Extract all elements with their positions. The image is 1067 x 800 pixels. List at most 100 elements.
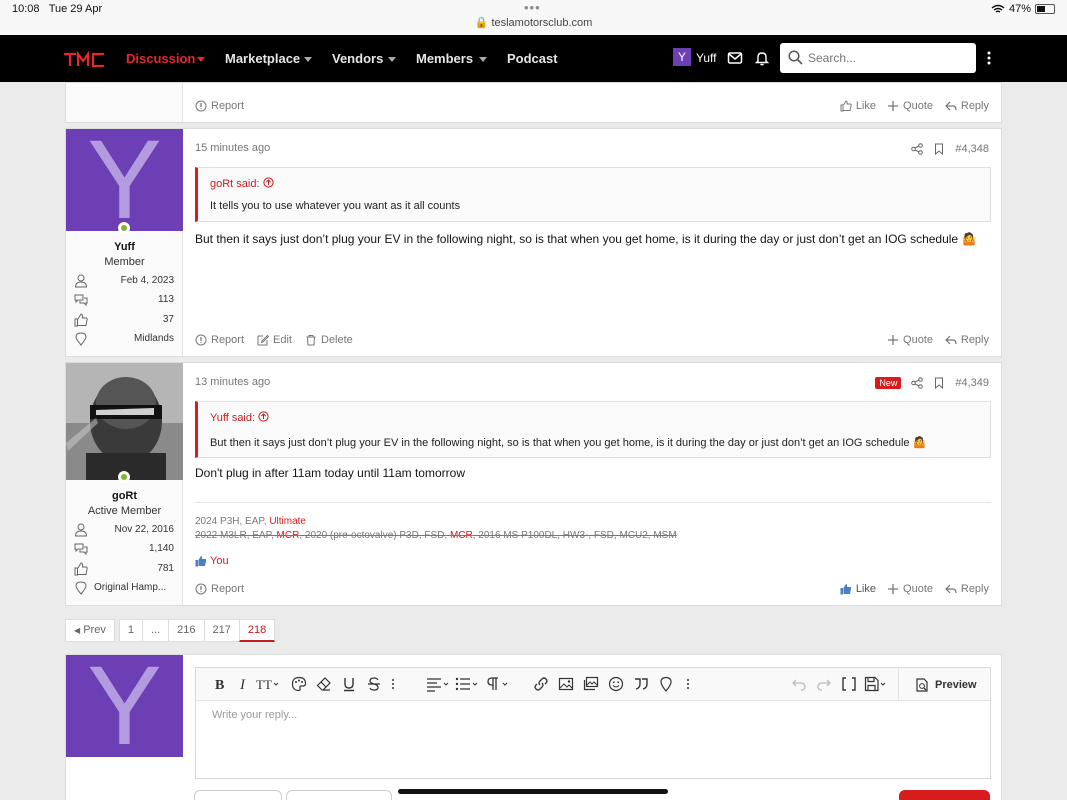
- post-number[interactable]: #4,348: [955, 143, 989, 155]
- more-menu-icon[interactable]: [985, 50, 993, 66]
- reactions-stat: 37: [72, 313, 174, 327]
- insert-quotes-button[interactable]: [286, 790, 392, 800]
- reply-button[interactable]: Reply: [945, 334, 989, 346]
- editor-toolbar: B I TT Preview: [196, 668, 990, 701]
- nav-members[interactable]: Members: [416, 51, 473, 66]
- post-time[interactable]: 15 minutes ago: [195, 142, 270, 154]
- tmc-logo[interactable]: [63, 51, 105, 67]
- list-icon[interactable]: [455, 676, 479, 692]
- arrow-up-circle-icon[interactable]: [262, 177, 274, 188]
- nav-podcast[interactable]: Podcast: [507, 51, 558, 66]
- report-button[interactable]: Report: [195, 334, 244, 346]
- reply-textarea[interactable]: [212, 709, 972, 769]
- wifi-icon: [991, 4, 1005, 13]
- user-avatar-robot[interactable]: [66, 363, 183, 480]
- palette-icon[interactable]: [291, 676, 307, 692]
- post-number[interactable]: #4,349: [955, 377, 989, 389]
- reply-button[interactable]: Reply: [945, 100, 989, 112]
- page-link-current[interactable]: 218: [238, 619, 276, 642]
- nav-discussion[interactable]: Discussion: [126, 51, 195, 66]
- nav-vendors-caret-icon[interactable]: [388, 57, 396, 62]
- reactions-stat: 781: [72, 562, 174, 576]
- italic-icon[interactable]: I: [236, 676, 252, 692]
- paragraph-icon[interactable]: [486, 676, 510, 692]
- url-bar[interactable]: 🔒 teslamotorsclub.com: [0, 16, 1067, 29]
- more-formatting-icon[interactable]: [389, 676, 397, 692]
- prev-page-button[interactable]: ◀ Prev: [65, 619, 115, 642]
- nav-vendors[interactable]: Vendors: [332, 51, 383, 66]
- drafts-icon[interactable]: [864, 676, 888, 692]
- post-meta: New #4,349: [875, 377, 989, 389]
- media-gallery-icon[interactable]: [583, 676, 599, 692]
- svg-text:TT: TT: [256, 677, 272, 692]
- delete-button[interactable]: Delete: [305, 334, 353, 346]
- quote-author[interactable]: goRt said:: [210, 177, 274, 190]
- nav-marketplace-caret-icon[interactable]: [304, 57, 312, 62]
- attach-files-button[interactable]: [194, 790, 282, 800]
- location-pin-icon: [75, 332, 87, 346]
- quote-text: It tells you to use whatever you want as…: [210, 200, 461, 212]
- user-avatar[interactable]: Y: [66, 124, 183, 236]
- edit-icon: [257, 334, 269, 346]
- nav-discussion-caret-icon[interactable]: [197, 57, 205, 62]
- share-icon[interactable]: [911, 143, 924, 155]
- preview-icon: [916, 677, 928, 692]
- link-icon[interactable]: [533, 676, 549, 692]
- report-button[interactable]: Report: [195, 100, 244, 112]
- page-link[interactable]: 217: [203, 619, 239, 642]
- svg-text:B: B: [215, 678, 224, 692]
- nav-username[interactable]: Yuff: [696, 51, 716, 65]
- strikethrough-icon[interactable]: [366, 676, 382, 692]
- nav-user-avatar[interactable]: Y: [673, 48, 691, 66]
- post-username[interactable]: goRt: [66, 490, 183, 502]
- page-link[interactable]: 1: [118, 619, 142, 642]
- bookmark-icon[interactable]: [933, 143, 945, 155]
- bookmark-icon[interactable]: [933, 377, 945, 389]
- bbcode-toggle-icon[interactable]: [841, 676, 857, 692]
- search-box[interactable]: [780, 43, 976, 73]
- bold-icon[interactable]: B: [212, 676, 228, 692]
- report-button[interactable]: Report: [195, 583, 244, 595]
- more-insert-icon[interactable]: [684, 676, 692, 692]
- location-pin-icon[interactable]: [658, 676, 674, 692]
- nav-members-caret-icon[interactable]: [479, 57, 487, 62]
- underline-icon[interactable]: [341, 676, 357, 692]
- location-stat: Original Hamp...: [72, 581, 174, 595]
- quote-author[interactable]: Yuff said:: [210, 411, 269, 424]
- post-meta: #4,348: [911, 143, 989, 155]
- thumbs-up-icon: [74, 562, 88, 576]
- post-username[interactable]: Yuff: [66, 241, 183, 253]
- like-button[interactable]: Like: [840, 100, 876, 112]
- preview-button[interactable]: Preview: [898, 668, 990, 701]
- reply-user-avatar[interactable]: Y: [66, 650, 183, 762]
- undo-icon[interactable]: [791, 676, 807, 692]
- redo-icon[interactable]: [816, 676, 832, 692]
- text-size-icon[interactable]: TT: [256, 676, 280, 692]
- like-button[interactable]: Like: [840, 583, 876, 595]
- image-icon[interactable]: [558, 676, 574, 692]
- edit-button[interactable]: Edit: [257, 334, 292, 346]
- envelope-icon[interactable]: [727, 50, 743, 66]
- share-icon[interactable]: [911, 377, 924, 389]
- quote-button[interactable]: Quote: [887, 334, 933, 346]
- quote-button[interactable]: Quote: [887, 583, 933, 595]
- post-userpane: Y Yuff Member Feb 4, 2023 113 37 Midland…: [66, 124, 183, 356]
- reaction-summary[interactable]: You: [195, 555, 229, 567]
- post-time[interactable]: 13 minutes ago: [195, 376, 270, 388]
- quote-button[interactable]: Quote: [887, 100, 933, 112]
- arrow-up-circle-icon[interactable]: [258, 411, 269, 422]
- reply-button[interactable]: Reply: [945, 583, 989, 595]
- post-reply-button[interactable]: [899, 790, 990, 800]
- post-4349: goRt Active Member Nov 22, 2016 1,140 78…: [65, 362, 1002, 606]
- page-ellipsis[interactable]: ...: [141, 619, 169, 642]
- nav-marketplace[interactable]: Marketplace: [225, 51, 300, 66]
- smiley-icon[interactable]: [608, 676, 624, 692]
- quote-marks-icon[interactable]: [633, 676, 649, 692]
- eraser-icon[interactable]: [316, 676, 332, 692]
- align-icon[interactable]: [426, 676, 450, 692]
- bell-icon[interactable]: [754, 50, 770, 66]
- page-link[interactable]: 216: [168, 619, 204, 642]
- more-dots-icon[interactable]: •••: [524, 0, 541, 15]
- search-input[interactable]: [808, 48, 968, 68]
- pagination: ◀ Prev 1 ... 216 217 218: [65, 619, 276, 642]
